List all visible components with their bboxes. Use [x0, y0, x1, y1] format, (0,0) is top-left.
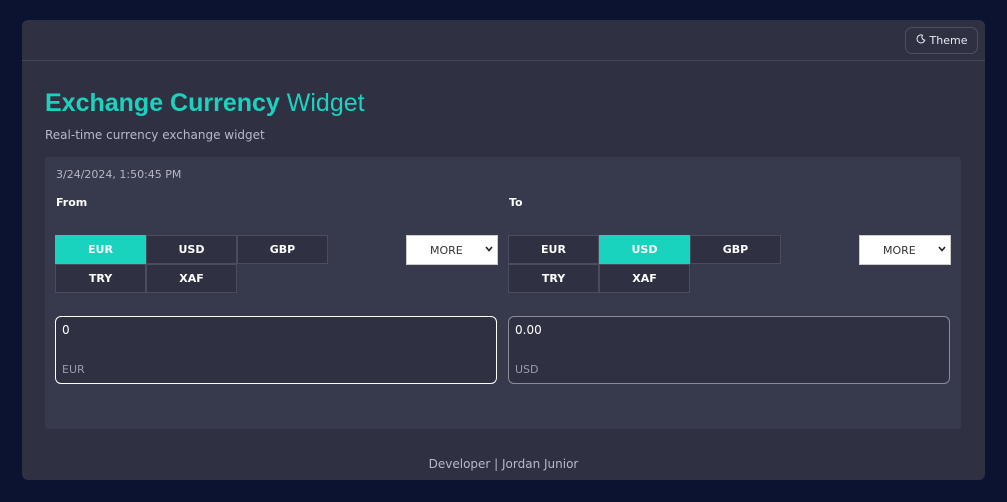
widget-card: Theme Exchange Currency Widget Real-time…: [22, 20, 985, 480]
from-currency-eur[interactable]: EUR: [55, 235, 146, 264]
to-currency-eur[interactable]: EUR: [508, 235, 599, 264]
title-bold: Exchange Currency: [45, 89, 280, 117]
to-amount-code: USD: [515, 363, 539, 376]
to-amount-value: 0.00: [515, 323, 542, 337]
chevron-down-icon: [485, 245, 493, 255]
to-currency-usd[interactable]: USD: [599, 235, 690, 264]
to-more-label: MORE: [883, 243, 916, 257]
top-bar: Theme: [22, 20, 985, 61]
from-more-label: MORE: [430, 243, 463, 257]
timestamp: 3/24/2024, 1:50:45 PM: [56, 168, 182, 181]
page-title: Exchange Currency Widget: [45, 89, 365, 118]
to-amount-output[interactable]: 0.00 USD: [508, 316, 950, 384]
from-amount-value: 0: [62, 323, 70, 337]
exchange-panel: 3/24/2024, 1:50:45 PM From To EUR USD GB…: [45, 157, 961, 429]
to-more-select[interactable]: MORE: [859, 235, 951, 265]
footer-credit: Developer | Jordan Junior: [428, 457, 579, 471]
from-currency-grid: EUR USD GBP TRY XAF: [55, 235, 329, 293]
to-currency-gbp[interactable]: GBP: [690, 235, 781, 264]
from-currency-gbp[interactable]: GBP: [237, 235, 328, 264]
from-amount-input[interactable]: 0 EUR: [55, 316, 497, 384]
page-subtitle: Real-time currency exchange widget: [45, 128, 265, 142]
from-amount-code: EUR: [62, 363, 85, 376]
theme-toggle-button[interactable]: Theme: [905, 27, 978, 54]
theme-label: Theme: [929, 34, 968, 47]
from-currency-usd[interactable]: USD: [146, 235, 237, 264]
to-label: To: [509, 196, 523, 209]
title-light: Widget: [286, 89, 365, 117]
to-currency-grid: EUR USD GBP TRY XAF: [508, 235, 782, 293]
to-currency-try[interactable]: TRY: [508, 264, 599, 293]
from-currency-try[interactable]: TRY: [55, 264, 146, 293]
from-label: From: [56, 196, 88, 209]
moon-icon: [916, 34, 926, 47]
chevron-down-icon: [938, 245, 946, 255]
from-currency-xaf[interactable]: XAF: [146, 264, 237, 293]
to-currency-xaf[interactable]: XAF: [599, 264, 690, 293]
from-more-select[interactable]: MORE: [406, 235, 498, 265]
